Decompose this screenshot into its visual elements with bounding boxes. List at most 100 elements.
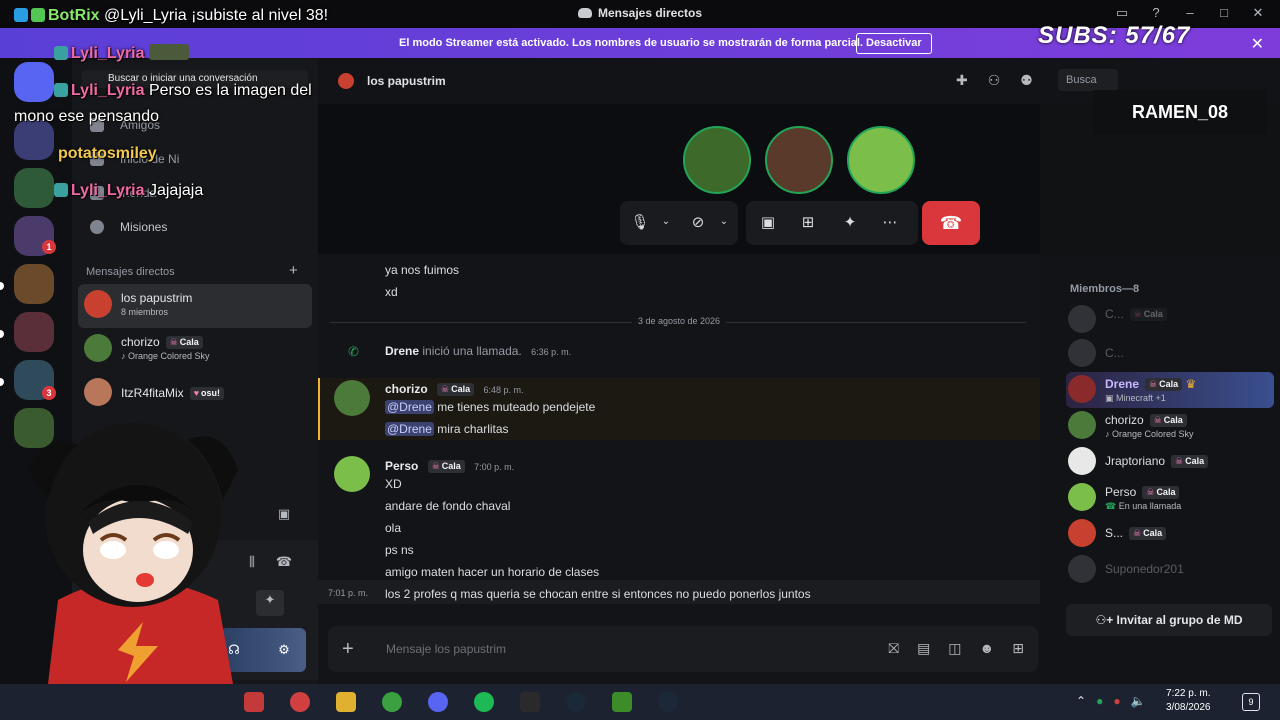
inbox-icon[interactable]: ▭ bbox=[1114, 5, 1130, 21]
sidebar-item-nitro[interactable]: Inicio de Ni bbox=[80, 142, 310, 176]
member-item[interactable]: Suponedor201 bbox=[1066, 552, 1274, 588]
screen-share-icon[interactable]: ▣ bbox=[274, 504, 294, 524]
app-icon[interactable] bbox=[382, 692, 402, 712]
folder-icon[interactable] bbox=[336, 692, 356, 712]
volume-icon[interactable]: 🔈 bbox=[1131, 694, 1146, 708]
dm-name-text: chorizo bbox=[121, 335, 160, 349]
dm-item-los-papustrim[interactable]: los papustrim 8 miembros bbox=[78, 284, 312, 328]
call-system-message: Drene inició una llamada. 6:36 p. m. bbox=[385, 344, 571, 358]
guild-tag-text: Cala bbox=[1143, 528, 1163, 538]
member-name: chorizo ☠ Cala bbox=[1105, 413, 1187, 427]
avatar[interactable] bbox=[334, 380, 370, 416]
member-item[interactable]: S... ☠ Cala bbox=[1066, 516, 1274, 552]
message-text: ya nos fuimos bbox=[385, 263, 460, 277]
apps-icon[interactable]: ⊞ bbox=[1012, 640, 1024, 657]
message-text: @Drene mira charlitas bbox=[385, 422, 509, 436]
skull-icon: ☠ bbox=[1146, 487, 1155, 497]
guild-tag: ☠ Cala bbox=[1129, 527, 1167, 540]
activities-icon[interactable]: ⊞ bbox=[798, 213, 818, 231]
close-button[interactable]: ✕ bbox=[1250, 5, 1266, 21]
steam-icon[interactable] bbox=[566, 692, 586, 712]
screen-share-icon[interactable]: ▣ bbox=[758, 213, 778, 231]
epic-games-icon[interactable] bbox=[520, 692, 540, 712]
invite-to-dm-button[interactable]: ⚇+ Invitar al grupo de MD bbox=[1066, 604, 1272, 636]
call-participant-avatar[interactable] bbox=[765, 126, 833, 194]
attach-plus-icon[interactable]: + bbox=[342, 638, 354, 661]
chevron-up-icon[interactable]: ⌃ bbox=[1076, 694, 1086, 708]
invite-label: Invitar al grupo de MD bbox=[1116, 613, 1243, 627]
member-name-text: Drene bbox=[1105, 377, 1140, 391]
tray-app-icon[interactable]: ● bbox=[1113, 694, 1120, 708]
maximize-button[interactable]: □ bbox=[1216, 5, 1232, 21]
avatar bbox=[84, 334, 112, 362]
help-icon[interactable]: ? bbox=[1148, 5, 1164, 21]
minimize-button[interactable]: – bbox=[1182, 5, 1198, 21]
pin-icon[interactable]: ✚ bbox=[956, 72, 968, 89]
disable-streamer-button[interactable]: Desactivar bbox=[856, 33, 932, 54]
call-participant-avatar[interactable] bbox=[683, 126, 751, 194]
sidebar-item-friends[interactable]: Amigos bbox=[80, 108, 310, 142]
notification-icon[interactable]: 9 bbox=[1242, 693, 1260, 711]
server-icon[interactable] bbox=[14, 120, 54, 160]
activity-icon[interactable]: ✦ bbox=[256, 590, 284, 616]
hang-up-button[interactable]: ☎ bbox=[922, 201, 980, 245]
dm-activity: Orange Colored Sky bbox=[128, 351, 210, 361]
member-item[interactable]: Perso ☠ Cala ☎ En una llamada bbox=[1066, 480, 1274, 516]
author-name[interactable]: chorizo bbox=[385, 382, 428, 396]
mention[interactable]: @Drene bbox=[385, 400, 434, 414]
sidebar-item-shop[interactable]: Tienda bbox=[80, 176, 310, 210]
app-icon[interactable] bbox=[290, 692, 310, 712]
clock-date: 3/08/2026 bbox=[1166, 702, 1211, 713]
add-dm-icon[interactable]: + bbox=[289, 262, 298, 279]
tray-app-icon[interactable]: ● bbox=[1096, 694, 1103, 708]
author-name[interactable]: Perso bbox=[385, 459, 418, 473]
home-icon[interactable] bbox=[14, 62, 54, 102]
more-icon[interactable]: ⋯ bbox=[880, 213, 900, 231]
search-conversation-input[interactable]: Buscar o iniciar una conversación bbox=[82, 70, 308, 88]
settings-icon[interactable]: ⚙ bbox=[274, 640, 294, 660]
app-icon[interactable] bbox=[244, 692, 264, 712]
avatar bbox=[1068, 447, 1096, 475]
message-input[interactable]: Mensaje los papustrim bbox=[386, 642, 506, 656]
server-icon[interactable] bbox=[14, 264, 54, 304]
guild-tag: ☠ Cala bbox=[427, 460, 465, 473]
mention[interactable]: @Drene bbox=[385, 422, 434, 436]
call-participant-avatar[interactable] bbox=[847, 126, 915, 194]
avatar[interactable] bbox=[334, 456, 370, 492]
guild-tag: ♥ osu! bbox=[189, 387, 225, 400]
member-item[interactable]: Drene ☠ Cala ♛ ▣ Minecraft +1 bbox=[1066, 372, 1274, 408]
member-item[interactable]: C... bbox=[1066, 336, 1274, 372]
member-item[interactable]: Jraptoriano ☠ Cala bbox=[1066, 444, 1274, 480]
search-input[interactable]: Busca bbox=[1058, 69, 1118, 91]
spotify-icon[interactable] bbox=[474, 692, 494, 712]
chevron-down-icon[interactable]: ⌄ bbox=[656, 216, 676, 227]
message-input-box[interactable]: + Mensaje los papustrim ⛝ ▤ ◫ ☻ ⊞ bbox=[328, 626, 1038, 672]
close-icon[interactable]: ✕ bbox=[1251, 34, 1264, 54]
emoji-icon[interactable]: ☻ bbox=[980, 640, 995, 657]
soundboard-icon[interactable]: ✦ bbox=[840, 213, 860, 231]
member-list-icon[interactable]: ⚉ bbox=[1020, 72, 1033, 89]
add-friends-icon[interactable]: ⚇ bbox=[988, 72, 1001, 89]
chevron-down-icon[interactable]: ⌄ bbox=[714, 216, 734, 227]
minecraft-icon[interactable] bbox=[612, 692, 632, 712]
member-item[interactable]: C... ☠ Cala bbox=[1066, 302, 1274, 338]
dm-item-chorizo[interactable]: chorizo ☠ Cala ♪ Orange Colored Sky bbox=[78, 328, 312, 372]
server-icon[interactable] bbox=[14, 312, 54, 352]
steam-icon[interactable] bbox=[658, 692, 678, 712]
clock-time: 7:22 p. m. bbox=[1166, 688, 1211, 699]
clock[interactable]: 7:22 p. m. 3/08/2026 bbox=[1166, 687, 1211, 715]
sidebar-item-quests[interactable]: Misiones bbox=[80, 210, 310, 244]
server-icon[interactable] bbox=[14, 168, 54, 208]
disconnect-icon[interactable]: ☎ bbox=[274, 552, 294, 572]
member-status: ▣ Minecraft +1 bbox=[1105, 393, 1166, 403]
skull-icon: ☠ bbox=[1175, 456, 1184, 466]
dm-subtitle: 8 miembros bbox=[121, 307, 169, 317]
discord-taskbar-icon[interactable] bbox=[428, 692, 448, 712]
microphone-icon[interactable]: 🎙 bbox=[630, 213, 650, 231]
camera-off-icon[interactable]: ⊘ bbox=[688, 213, 708, 231]
gif-icon[interactable]: ▤ bbox=[917, 640, 930, 657]
member-item[interactable]: chorizo ☠ Cala ♪ Orange Colored Sky bbox=[1066, 408, 1274, 444]
sticker-icon[interactable]: ◫ bbox=[948, 640, 961, 657]
subs-counter: SUBS: 57/67 bbox=[1038, 22, 1191, 49]
gift-icon[interactable]: ⛝ bbox=[888, 640, 899, 657]
